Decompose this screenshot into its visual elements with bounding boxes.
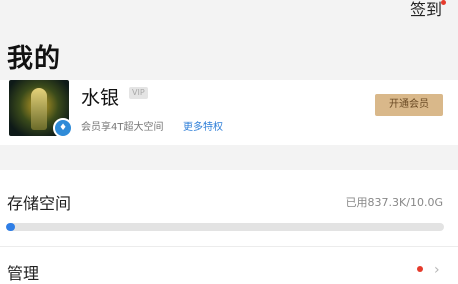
open-membership-button[interactable]: 开通会员	[375, 94, 443, 116]
top-bar: 签到 我的	[0, 0, 458, 80]
checkin-notification-dot	[441, 0, 446, 5]
chevron-right-icon[interactable]: ›	[434, 262, 440, 278]
row-divider	[0, 246, 458, 247]
storage-progress-fill	[6, 223, 15, 231]
username: 水银	[81, 87, 120, 109]
manage-notification-dot	[417, 266, 423, 272]
more-privileges-link[interactable]: 更多特权	[183, 118, 223, 133]
profile-card[interactable]: ♦ 水银 VIP 会员享4T超大空间 更多特权 开通会员	[0, 80, 458, 140]
avatar-badge-icon: ♦	[53, 118, 73, 138]
member-description: 会员享4T超大空间	[81, 122, 164, 133]
avatar-figure	[31, 88, 47, 130]
storage-title: 存储空间	[7, 194, 72, 213]
checkin-button[interactable]: 签到	[410, 0, 442, 20]
vip-badge: VIP	[129, 87, 148, 99]
storage-usage: 已用837.3K/10.0G	[345, 196, 443, 209]
manage-item-label[interactable]: 管理	[7, 260, 39, 284]
page-title: 我的	[7, 44, 62, 74]
section-divider	[0, 145, 458, 170]
storage-progress-bar	[6, 223, 444, 231]
